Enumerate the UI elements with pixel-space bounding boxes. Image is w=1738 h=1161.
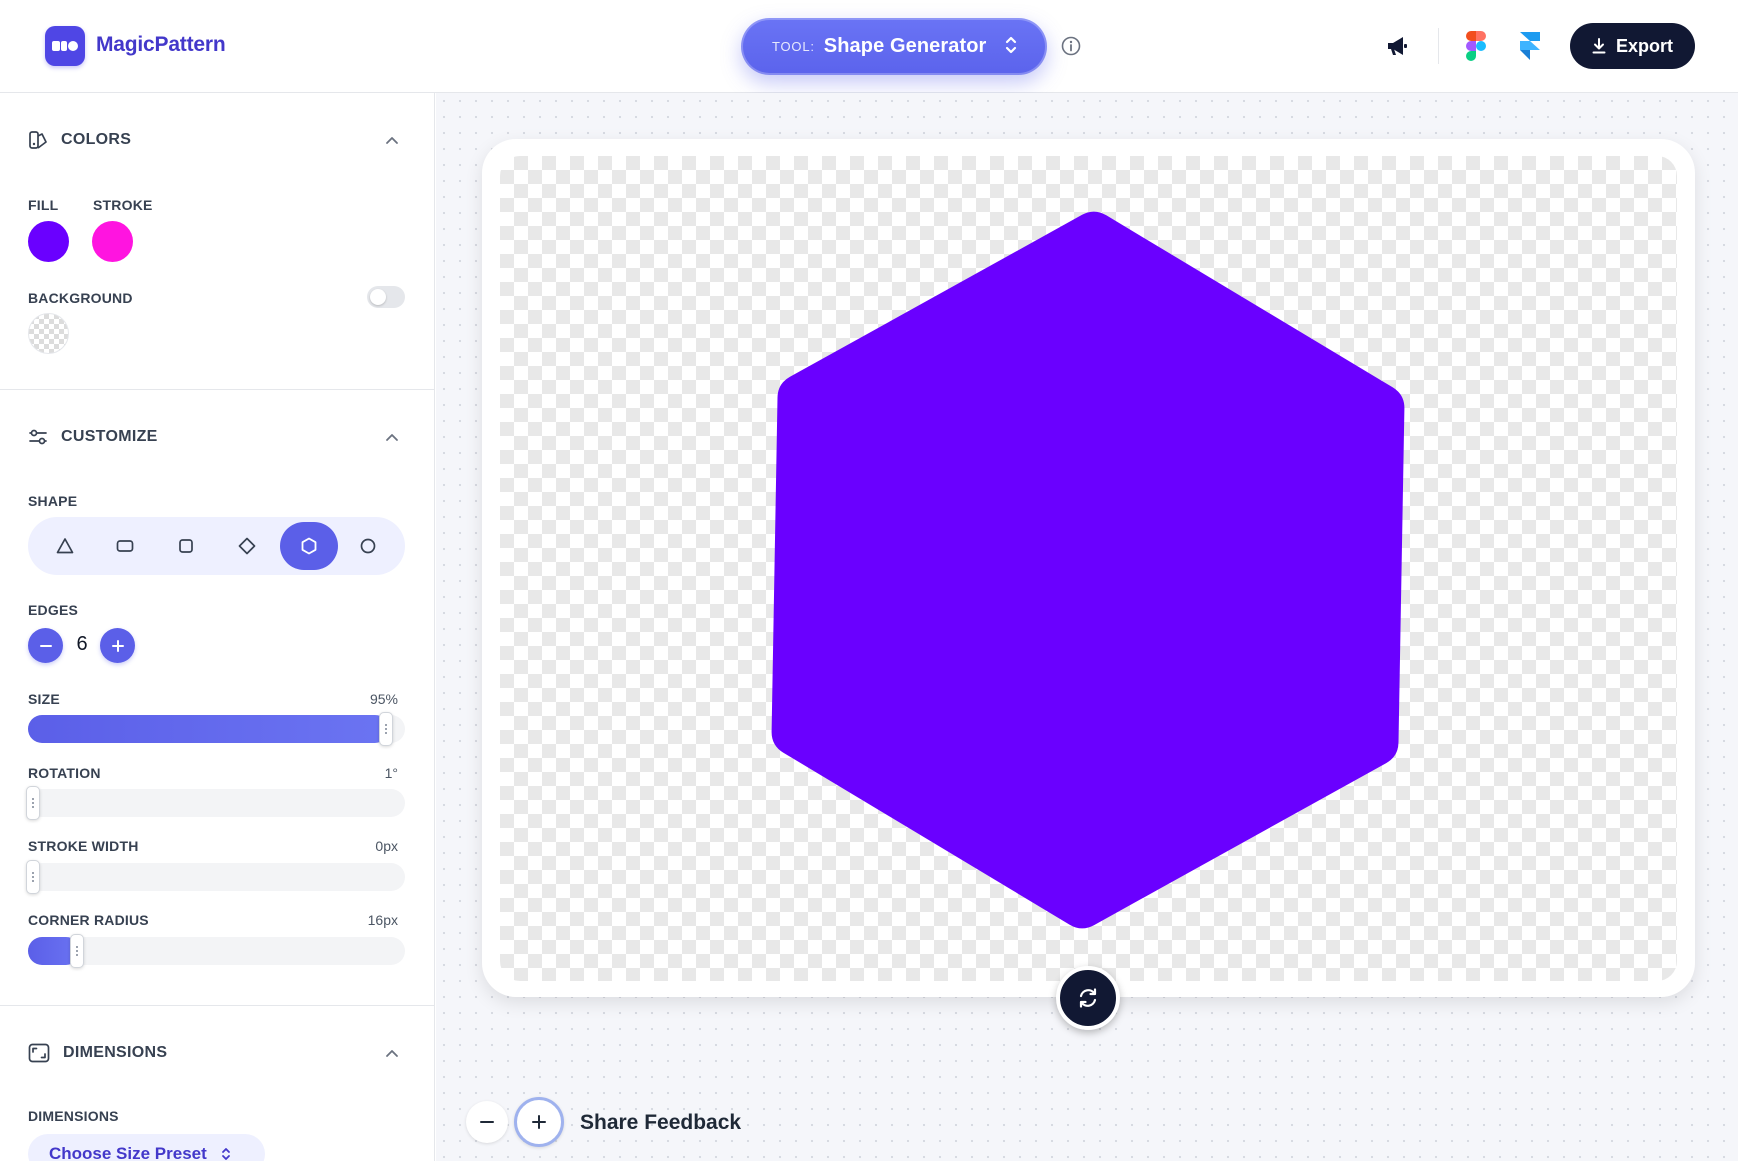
refresh-icon [1079, 988, 1097, 1008]
corner-radius-slider[interactable] [28, 934, 405, 968]
hexagon-icon [301, 537, 317, 555]
shape-diamond-button[interactable] [218, 522, 276, 570]
rectangle-icon [116, 540, 134, 552]
diamond-icon [238, 537, 256, 555]
customize-section-header[interactable]: CUSTOMIZE [28, 427, 158, 447]
chevron-updown-icon [1005, 36, 1017, 54]
dimensions-section-header[interactable]: DIMENSIONS [28, 1043, 167, 1063]
tool-prefix: TOOL: [772, 39, 815, 54]
generated-hexagon-shape[interactable] [500, 156, 1677, 981]
export-button[interactable]: Export [1570, 23, 1695, 69]
background-toggle[interactable] [367, 286, 405, 308]
chevron-updown-icon [221, 1148, 230, 1160]
chevron-up-icon[interactable] [384, 133, 400, 149]
palette-icon [29, 131, 47, 149]
export-label: Export [1615, 35, 1673, 56]
rotation-slider[interactable] [26, 786, 405, 820]
corner-radius-label: CORNER RADIUS [28, 912, 149, 928]
download-icon [1592, 38, 1606, 54]
shape-square-button[interactable] [157, 522, 215, 570]
colors-section-header[interactable]: COLORS [28, 130, 131, 150]
stroke-width-slider[interactable] [26, 860, 405, 894]
dimensions-label: DIMENSIONS [28, 1108, 119, 1124]
stroke-color-swatch[interactable] [92, 221, 133, 262]
hexagon-shape-path [771, 211, 1405, 929]
edges-value: 6 [76, 633, 88, 655]
size-slider[interactable] [28, 712, 405, 746]
section-divider [0, 1005, 434, 1006]
share-feedback-link[interactable]: Share Feedback [580, 1111, 741, 1135]
corner-radius-value: 16px [367, 912, 398, 928]
section-divider [0, 389, 434, 390]
info-icon[interactable] [1061, 36, 1081, 56]
stroke-width-value: 0px [375, 838, 398, 854]
rotation-value: 1° [384, 765, 398, 781]
stroke-width-label: STROKE WIDTH [28, 838, 139, 854]
stroke-width-slider-handle[interactable] [26, 860, 40, 894]
edges-label: EDGES [28, 602, 79, 618]
size-slider-handle[interactable] [379, 712, 394, 746]
top-header: MagicPattern TOOL: Shape Generator Expor… [0, 0, 1738, 93]
size-slider-fill [28, 715, 390, 743]
square-icon [179, 539, 193, 553]
shape-polygon-button[interactable] [280, 522, 338, 570]
edges-increment-button[interactable] [100, 628, 135, 663]
shape-label: SHAPE [28, 493, 78, 509]
dimensions-title: DIMENSIONS [63, 1044, 168, 1061]
figma-icon[interactable] [1462, 31, 1490, 61]
zoom-in-button[interactable] [514, 1097, 564, 1147]
minus-icon [39, 644, 52, 647]
background-color-swatch[interactable] [28, 313, 69, 354]
magicpattern-logo[interactable] [45, 26, 85, 66]
plus-icon [111, 639, 124, 652]
plus-icon [532, 1115, 546, 1129]
size-label: SIZE [28, 691, 60, 707]
edges-decrement-button[interactable] [28, 628, 63, 663]
rotation-label: ROTATION [28, 765, 101, 781]
frame-icon [28, 1043, 50, 1063]
brand-name[interactable]: MagicPattern [96, 33, 226, 57]
size-value: 95% [369, 691, 398, 707]
chevron-up-icon[interactable] [384, 1046, 400, 1062]
customize-title: CUSTOMIZE [61, 428, 158, 445]
megaphone-icon[interactable] [1383, 32, 1411, 60]
zoom-out-button[interactable] [466, 1101, 508, 1143]
logo-icon [52, 41, 78, 51]
size-preset-label: Choose Size Preset [49, 1144, 207, 1161]
toggle-knob [370, 289, 386, 305]
settings-sidebar: COLORS FILL STROKE BACKGROUND CUSTOMIZE … [0, 93, 435, 1161]
header-divider [1438, 28, 1439, 64]
chevron-up-icon[interactable] [384, 430, 400, 446]
shape-circle-button[interactable] [339, 522, 397, 570]
corner-radius-slider-handle[interactable] [70, 934, 84, 968]
shape-rectangle-button[interactable] [96, 522, 154, 570]
colors-title: COLORS [61, 131, 132, 148]
shape-selector [28, 517, 405, 575]
tool-selector[interactable]: TOOL: Shape Generator [741, 18, 1047, 75]
sliders-icon [29, 429, 47, 445]
size-preset-select[interactable]: Choose Size Preset [28, 1134, 265, 1161]
circle-icon [360, 538, 376, 554]
rotation-slider-handle[interactable] [26, 786, 40, 820]
shape-triangle-button[interactable] [36, 522, 94, 570]
tool-name: Shape Generator [823, 35, 987, 57]
framer-icon[interactable] [1516, 32, 1544, 60]
transparent-canvas[interactable] [500, 156, 1677, 981]
fill-color-swatch[interactable] [28, 221, 69, 262]
fill-label: FILL [28, 197, 59, 213]
background-label: BACKGROUND [28, 290, 133, 306]
minus-icon [480, 1121, 494, 1123]
triangle-icon [56, 538, 74, 554]
stroke-label: STROKE [93, 197, 153, 213]
regenerate-button[interactable] [1056, 966, 1120, 1030]
